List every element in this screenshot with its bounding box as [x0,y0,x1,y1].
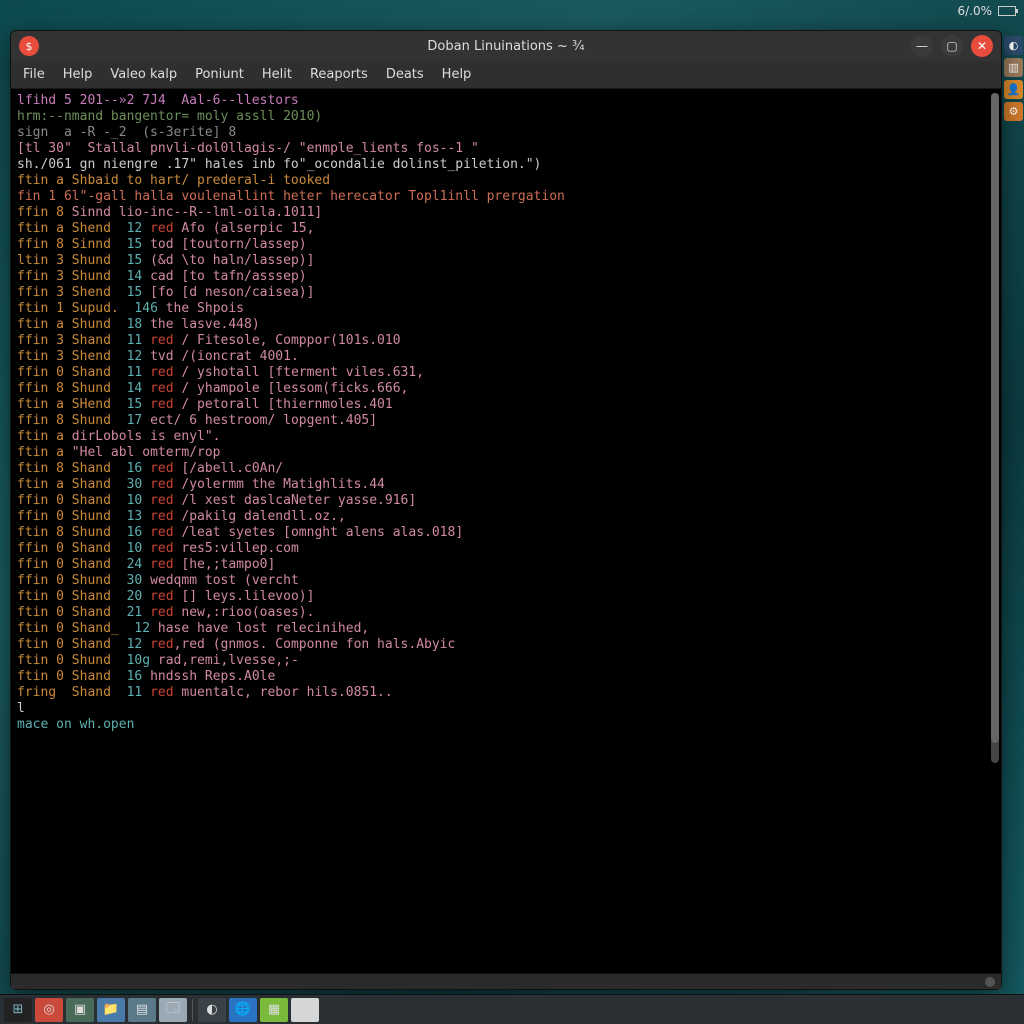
term-line: ltin 3 Shund 15 (&d \to haln/lassep)] [17,253,995,269]
start-menu[interactable]: ⊞ [4,998,32,1022]
term-line: ftin a Shund 18 the lasve.448) [17,317,995,333]
minimize-button[interactable]: — [911,35,933,57]
term-line: ftin 1 Supud. 146 the Shpois [17,301,995,317]
term-line: ffin 0 Shand 11 red / yshotall [fterment… [17,365,995,381]
term-line: ffin 8 Sinnd lio-inc--R--lml-oila.1011] [17,205,995,221]
battery-icon [998,6,1016,16]
app5-icon[interactable]: ▦ [260,998,288,1022]
window-controls: — ▢ ✕ [911,35,1001,57]
term-line: ffin 0 Shund 13 red /pakilg dalendll.oz.… [17,509,995,525]
menu-file[interactable]: File [23,67,45,82]
close-button[interactable]: ✕ [971,35,993,57]
taskbar: ⊞◎▣📁▤🗔 ◐🌐▦♪ [0,994,1024,1024]
menu-deats[interactable]: Deats [386,67,424,82]
terminal-app-icon: $ [19,36,39,56]
term-line: ftin 8 Shand 16 red [/abell.c0An/ [17,461,995,477]
term-line: [tl 30" Stallal pnvli-dol0llagis-/ "enmp… [17,141,995,157]
term-line: ftin 3 Shend 12 tvd /(ioncrat 4001. [17,349,995,365]
term-line: ffin 8 Sinnd 15 tod [toutorn/lassep) [17,237,995,253]
term-line: ffin 8 Shund 17 ect/ 6 hestroom/ lopgent… [17,413,995,429]
term-line: ffin 0 Shand 10 red /l xest daslcaNeter … [17,493,995,509]
menu-help[interactable]: Help [63,67,93,82]
scrollbar[interactable] [991,93,999,763]
titlebar[interactable]: $ Doban Linuinations ~ ¾ — ▢ ✕ [11,31,1001,61]
battery-pct: 6/.0% [957,4,992,18]
term-line: ftin 0 Shand_ 12 hase have lost relecini… [17,621,995,637]
term-line: fin 1 6l"-gall halla voulenallint heter … [17,189,995,205]
menu-help[interactable]: Help [442,67,472,82]
menu-valeo-kalp[interactable]: Valeo kalp [110,67,177,82]
term-line: l [17,701,995,717]
term-line: sh./061 gn niengre .17" hales inb fo"_oc… [17,157,995,173]
term-line: ftin 0 Shand 16 hndssh Reps.A0le [17,669,995,685]
moon-icon[interactable]: ◐ [1004,36,1023,55]
term-line: ffin 0 Shund 30 wedqmm tost (vercht [17,573,995,589]
files-tb-icon[interactable]: 📁 [97,998,125,1022]
term-line: ffin 0 Shand 24 red [he,;tampo0] [17,557,995,573]
status-dot-icon [985,977,995,987]
term-line: ffin 3 Shend 15 [fo [d neson/caisea)] [17,285,995,301]
globe-icon[interactable]: 🌐 [229,998,257,1022]
term-line: ftin a dirLobols is enyl". [17,429,995,445]
app1-icon[interactable]: ▣ [66,998,94,1022]
term-line: ffin 8 Shund 14 red / yhampole [lessom(f… [17,381,995,397]
menu-helit[interactable]: Helit [262,67,292,82]
term-line: lfihd 5 201--»2 7J4 Aal-6--llestors [17,93,995,109]
term-line: sign a -R -_2 (s-3erite] 8 [17,125,995,141]
term-line: ftin a Shand 30 red /yolermm the Matighl… [17,477,995,493]
music-icon[interactable]: ♪ [291,998,319,1022]
window-title: Doban Linuinations ~ ¾ [11,39,1001,54]
terminal-window: $ Doban Linuinations ~ ¾ — ▢ ✕ File Help V… [10,30,1002,990]
right-dock: ◐ ▥ 👤 ⚙ [1003,34,1024,123]
system-status-bar: 6/.0% [949,0,1024,22]
app4-icon[interactable]: ◐ [198,998,226,1022]
browser-icon[interactable]: ◎ [35,998,63,1022]
term-line: ftin a "Hel abl omterm/rop [17,445,995,461]
term-line: ftin a SHend 15 red / petorall [thiernmo… [17,397,995,413]
app3-icon[interactable]: 🗔 [159,998,187,1022]
menubar: File Help Valeo kalp Poniunt Helit Reaports De… [11,61,1001,89]
term-line: ftin a Shbaid to hart/ prederal-i tooked [17,173,995,189]
term-line: mace on wh.open [17,717,995,733]
terminal-output[interactable]: lfihd 5 201--»2 7J4 Aal-6--llestorshrm:-… [11,89,1001,973]
term-line: ftin 8 Shund 16 red /leat syetes [omnght… [17,525,995,541]
statusbar [11,973,1001,989]
maximize-button[interactable]: ▢ [941,35,963,57]
term-line: ffin 3 Shund 14 cad [to tafn/asssep) [17,269,995,285]
term-line: ftin 0 Shund 10g rad,remi,lvesse,;- [17,653,995,669]
term-line: ffin 0 Shand 10 red res5:villep.com [17,541,995,557]
term-line: ffin 3 Shand 11 red / Fitesole, Comppor(… [17,333,995,349]
settings-icon[interactable]: ⚙ [1004,102,1023,121]
user-icon[interactable]: 👤 [1004,80,1023,99]
menu-poniunt[interactable]: Poniunt [195,67,244,82]
term-line: fring Shand 11 red muentalc, rebor hils.… [17,685,995,701]
term-line: hrm:--nmand bangentor= moly assll 2010) [17,109,995,125]
taskbar-divider [192,999,193,1021]
files-icon[interactable]: ▥ [1004,58,1023,77]
term-line: ftin 0 Shand 20 red [] leys.lilevoo)] [17,589,995,605]
term-line: ftin a Shend 12 red Afo (alserpic 15, [17,221,995,237]
term-line: ftin 0 Shand 21 red new,:rioo(oases). [17,605,995,621]
term-line: ftin 0 Shand 12 red,red (gnmos. Componne… [17,637,995,653]
menu-reaports[interactable]: Reaports [310,67,368,82]
app2-icon[interactable]: ▤ [128,998,156,1022]
